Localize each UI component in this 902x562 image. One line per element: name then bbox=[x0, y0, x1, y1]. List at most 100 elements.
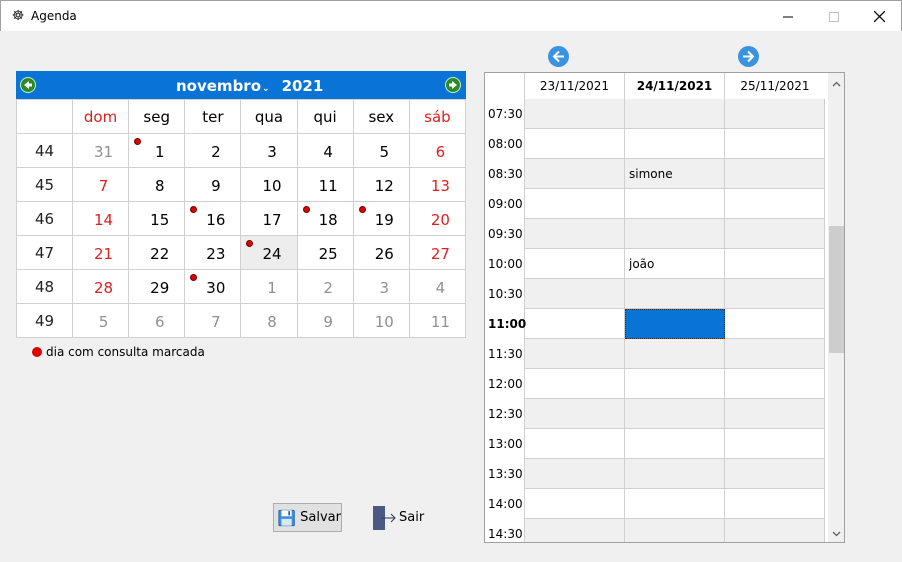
calendar-day[interactable]: 11 bbox=[296, 167, 354, 202]
calendar-day[interactable]: 19 bbox=[352, 201, 410, 236]
schedule-cell[interactable] bbox=[625, 279, 725, 309]
calendar-day[interactable]: 1 bbox=[128, 133, 186, 168]
calendar-day[interactable]: 3 bbox=[352, 269, 410, 304]
calendar-day[interactable]: 9 bbox=[296, 303, 354, 338]
calendar-day[interactable]: 5 bbox=[352, 133, 410, 168]
calendar-day[interactable]: 10 bbox=[240, 167, 298, 202]
schedule-cell[interactable] bbox=[625, 129, 725, 159]
calendar-day[interactable]: 2 bbox=[296, 269, 354, 304]
schedule-cell[interactable] bbox=[725, 279, 825, 309]
calendar-day[interactable]: 5 bbox=[71, 303, 130, 338]
date-column-header[interactable]: 25/11/2021 bbox=[725, 73, 825, 99]
calendar-day[interactable]: 30 bbox=[184, 269, 242, 304]
minimize-button[interactable] bbox=[765, 1, 811, 32]
schedule-cell[interactable] bbox=[625, 219, 725, 249]
calendar-day[interactable]: 26 bbox=[352, 235, 410, 270]
schedule-cell[interactable] bbox=[625, 369, 725, 399]
schedule-cell[interactable] bbox=[725, 309, 825, 339]
schedule-cell[interactable] bbox=[525, 489, 625, 519]
chevron-down-icon[interactable]: ⌄ bbox=[262, 84, 270, 94]
schedule-cell[interactable] bbox=[625, 399, 725, 429]
schedule-cell[interactable] bbox=[725, 369, 825, 399]
vertical-scrollbar[interactable] bbox=[828, 73, 844, 542]
schedule-next-button[interactable] bbox=[738, 46, 759, 67]
schedule-cell[interactable] bbox=[625, 459, 725, 489]
scroll-down-button[interactable] bbox=[828, 525, 844, 542]
calendar-day[interactable]: 18 bbox=[296, 201, 354, 236]
schedule-cell[interactable] bbox=[525, 309, 625, 339]
calendar-day[interactable]: 24 bbox=[240, 235, 298, 270]
calendar-day[interactable]: 1 bbox=[240, 269, 298, 304]
calendar-day[interactable]: 8 bbox=[128, 167, 186, 202]
year-label[interactable]: 2021 bbox=[282, 77, 324, 95]
schedule-cell[interactable] bbox=[525, 279, 625, 309]
schedule-cell[interactable] bbox=[725, 429, 825, 459]
calendar-day[interactable]: 25 bbox=[296, 235, 354, 270]
schedule-cell[interactable] bbox=[525, 249, 625, 279]
schedule-cell[interactable] bbox=[625, 339, 725, 369]
calendar-day[interactable]: 10 bbox=[352, 303, 410, 338]
schedule-cell[interactable] bbox=[725, 339, 825, 369]
schedule-cell[interactable] bbox=[625, 429, 725, 459]
date-column-header-selected[interactable]: 24/11/2021 bbox=[625, 73, 725, 99]
schedule-cell[interactable] bbox=[525, 399, 625, 429]
schedule-cell[interactable] bbox=[525, 519, 625, 542]
exit-button[interactable]: Sair bbox=[371, 503, 431, 532]
schedule-cell[interactable] bbox=[725, 399, 825, 429]
schedule-cell[interactable] bbox=[525, 459, 625, 489]
calendar-day[interactable]: 23 bbox=[184, 235, 242, 270]
schedule-cell[interactable] bbox=[725, 99, 825, 129]
calendar-day[interactable]: 7 bbox=[71, 167, 130, 202]
calendar-day[interactable]: 6 bbox=[128, 303, 186, 338]
schedule-cell[interactable] bbox=[525, 159, 625, 189]
calendar-day[interactable]: 13 bbox=[408, 167, 467, 202]
calendar-day[interactable]: 8 bbox=[240, 303, 298, 338]
date-column-header[interactable]: 23/11/2021 bbox=[525, 73, 625, 99]
calendar-day[interactable]: 27 bbox=[408, 235, 467, 270]
schedule-cell[interactable] bbox=[625, 189, 725, 219]
calendar-day[interactable]: 3 bbox=[240, 133, 298, 168]
calendar-day[interactable]: 2 bbox=[184, 133, 242, 168]
schedule-cell[interactable] bbox=[525, 369, 625, 399]
schedule-cell[interactable] bbox=[525, 339, 625, 369]
calendar-day[interactable]: 4 bbox=[296, 133, 354, 168]
schedule-cell[interactable] bbox=[725, 519, 825, 542]
maximize-button[interactable] bbox=[811, 1, 857, 32]
calendar-day[interactable]: 14 bbox=[71, 201, 130, 236]
calendar-day[interactable]: 22 bbox=[128, 235, 186, 270]
calendar-day[interactable]: 17 bbox=[240, 201, 298, 236]
schedule-cell[interactable] bbox=[725, 159, 825, 189]
calendar-day[interactable]: 31 bbox=[71, 133, 130, 168]
schedule-cell[interactable] bbox=[525, 219, 625, 249]
schedule-cell[interactable] bbox=[725, 219, 825, 249]
calendar-day[interactable]: 6 bbox=[408, 133, 467, 168]
previous-month-button[interactable] bbox=[20, 77, 36, 93]
calendar-day[interactable]: 16 bbox=[184, 201, 242, 236]
calendar-day[interactable]: 29 bbox=[128, 269, 186, 304]
calendar-day[interactable]: 15 bbox=[128, 201, 186, 236]
calendar-day[interactable]: 9 bbox=[184, 167, 242, 202]
schedule-previous-button[interactable] bbox=[548, 46, 569, 67]
next-month-button[interactable] bbox=[445, 77, 461, 93]
calendar-day[interactable]: 21 bbox=[71, 235, 130, 270]
calendar-day[interactable]: 12 bbox=[352, 167, 410, 202]
schedule-cell[interactable] bbox=[725, 249, 825, 279]
schedule-cell[interactable] bbox=[625, 99, 725, 129]
schedule-cell[interactable] bbox=[525, 189, 625, 219]
schedule-cell[interactable] bbox=[725, 489, 825, 519]
calendar-day[interactable]: 4 bbox=[408, 269, 467, 304]
schedule-cell[interactable] bbox=[525, 129, 625, 159]
schedule-cell[interactable] bbox=[525, 429, 625, 459]
calendar-day[interactable]: 28 bbox=[71, 269, 130, 304]
save-button[interactable]: Salvar bbox=[273, 503, 342, 532]
schedule-cell[interactable] bbox=[625, 519, 725, 542]
scrollbar-thumb[interactable] bbox=[829, 226, 844, 353]
schedule-cell[interactable] bbox=[625, 309, 725, 339]
schedule-cell[interactable] bbox=[725, 189, 825, 219]
month-label[interactable]: novembro bbox=[176, 77, 261, 95]
calendar-day[interactable]: 11 bbox=[408, 303, 467, 338]
schedule-cell[interactable]: simone bbox=[625, 159, 725, 189]
calendar-day[interactable]: 7 bbox=[184, 303, 242, 338]
scroll-up-button[interactable] bbox=[828, 75, 844, 92]
schedule-cell[interactable] bbox=[725, 129, 825, 159]
